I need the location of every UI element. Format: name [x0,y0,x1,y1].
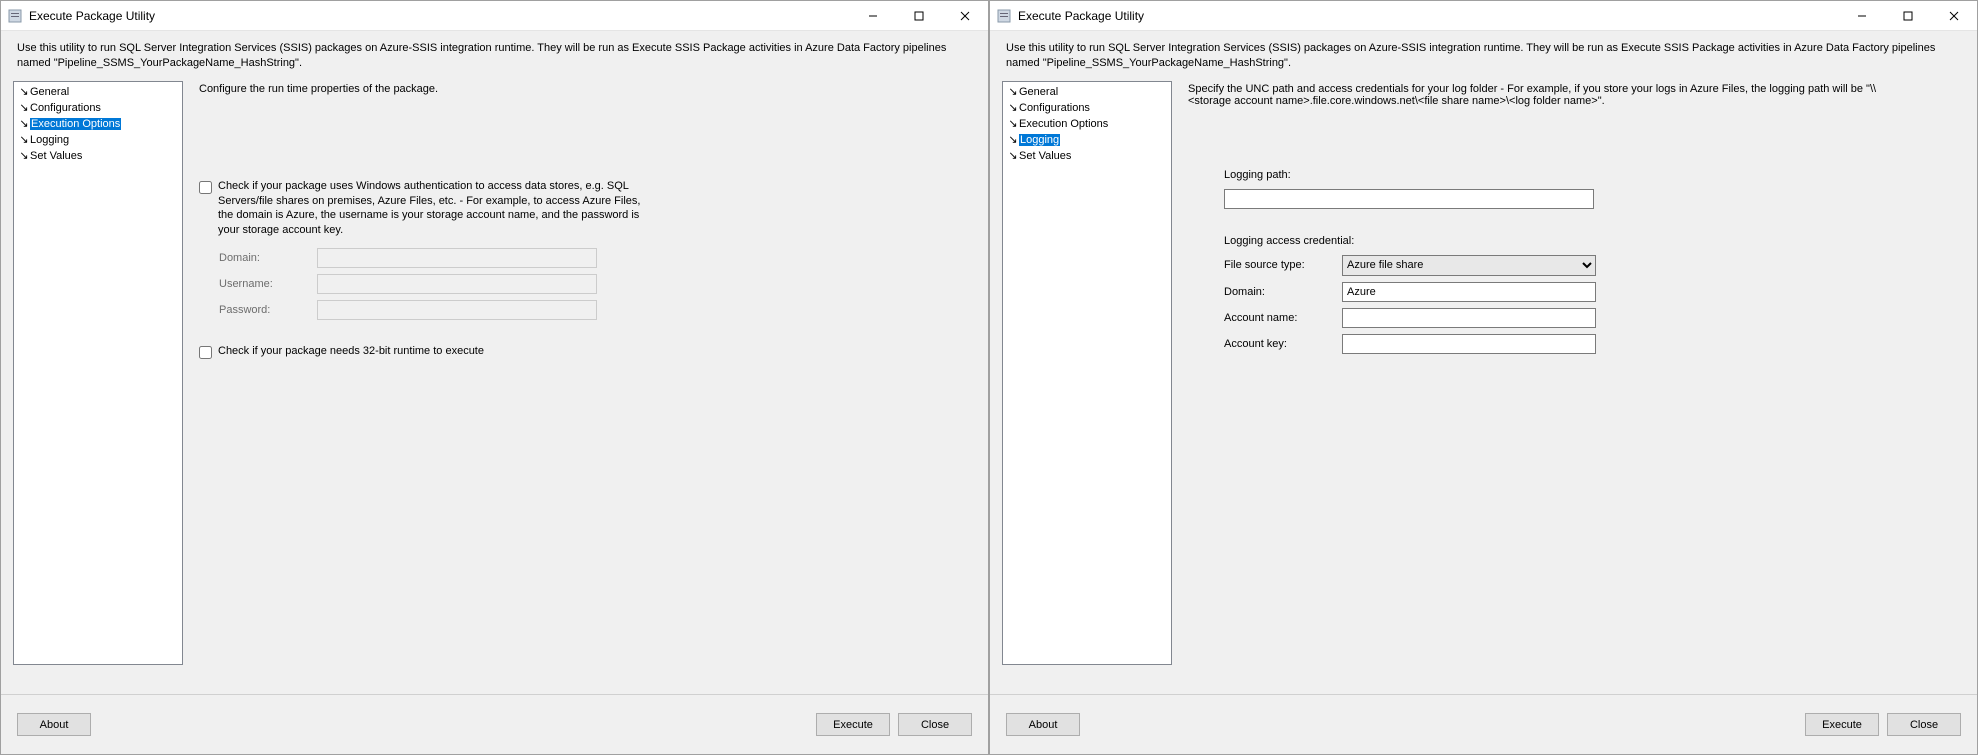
account-key-label: Account key: [1224,338,1334,350]
footer: About Execute Close [990,694,1977,754]
about-button[interactable]: About [17,713,91,736]
nav-bullet-icon: ↘ [1007,85,1019,98]
nav-bullet-icon: ↘ [1007,149,1019,162]
nav-bullet-icon: ↘ [1007,101,1019,114]
window-controls [1839,1,1977,31]
window-logging: Execute Package Utility Use this utility… [989,0,1978,755]
auth-checkbox-row: Check if your package uses Windows authe… [199,179,972,238]
about-button[interactable]: About [1006,713,1080,736]
auth-form: Domain: Username: Password: [219,248,972,320]
content-panel: Configure the run time properties of the… [195,81,976,694]
account-name-label: Account name: [1224,312,1334,324]
nav-item-logging[interactable]: ↘Logging [16,132,180,148]
app-icon [7,8,23,24]
titlebar: Execute Package Utility [1,1,988,31]
auth-checkbox[interactable] [199,181,212,194]
nav-bullet-icon: ↘ [1007,133,1019,146]
nav-bullet-icon: ↘ [18,149,30,162]
nav-bullet-icon: ↘ [1007,117,1019,130]
utility-description: Use this utility to run SQL Server Integ… [1,31,988,81]
nav-bullet-icon: ↘ [18,101,30,114]
bit32-checkbox-row: Check if your package needs 32-bit runti… [199,344,972,359]
logging-path-label: Logging path: [1224,169,1961,181]
domain-input [317,248,597,268]
nav-item-set-values[interactable]: ↘Set Values [16,148,180,164]
minimize-button[interactable] [1839,1,1885,31]
minimize-button[interactable] [850,1,896,31]
nav-item-logging[interactable]: ↘Logging [1005,132,1169,148]
account-name-input[interactable] [1342,308,1596,328]
logging-path-input[interactable] [1224,189,1594,209]
close-dialog-button[interactable]: Close [898,713,972,736]
titlebar: Execute Package Utility [990,1,1977,31]
utility-description: Use this utility to run SQL Server Integ… [990,31,1977,81]
account-key-input[interactable] [1342,334,1596,354]
maximize-button[interactable] [1885,1,1931,31]
logging-credential-label: Logging access credential: [1224,235,1961,247]
logging-cred-form: File source type: Azure file share Domai… [1224,255,1961,354]
file-source-label: File source type: [1224,259,1334,271]
nav-bullet-icon: ↘ [18,85,30,98]
panel-heading: Configure the run time properties of the… [199,83,972,95]
nav-bullet-icon: ↘ [18,133,30,146]
nav-item-general[interactable]: ↘General [1005,84,1169,100]
window-execution-options: Execute Package Utility Use this utility… [0,0,989,755]
nav-item-set-values[interactable]: ↘Set Values [1005,148,1169,164]
app-icon [996,8,1012,24]
nav-item-configurations[interactable]: ↘Configurations [16,100,180,116]
file-source-select[interactable]: Azure file share [1342,255,1596,276]
window-title: Execute Package Utility [1018,9,1839,23]
nav-list[interactable]: ↘General ↘Configurations ↘Execution Opti… [1002,81,1172,665]
bit32-checkbox[interactable] [199,346,212,359]
nav-item-configurations[interactable]: ↘Configurations [1005,100,1169,116]
nav-list[interactable]: ↘General ↘Configurations ↘Execution Opti… [13,81,183,665]
content-panel: Specify the UNC path and access credenti… [1184,81,1965,694]
panel-heading: Specify the UNC path and access credenti… [1188,83,1908,107]
execute-button[interactable]: Execute [1805,713,1879,736]
execute-button[interactable]: Execute [816,713,890,736]
window-controls [850,1,988,31]
close-dialog-button[interactable]: Close [1887,713,1961,736]
nav-bullet-icon: ↘ [18,117,30,130]
password-label: Password: [219,304,309,316]
domain-label: Domain: [219,252,309,264]
window-title: Execute Package Utility [29,9,850,23]
username-label: Username: [219,278,309,290]
auth-checkbox-label: Check if your package uses Windows authe… [218,179,658,238]
close-button[interactable] [1931,1,1977,31]
nav-item-execution-options[interactable]: ↘Execution Options [1005,116,1169,132]
footer: About Execute Close [1,694,988,754]
bit32-checkbox-label: Check if your package needs 32-bit runti… [218,344,484,359]
nav-item-general[interactable]: ↘General [16,84,180,100]
close-button[interactable] [942,1,988,31]
username-input [317,274,597,294]
logging-domain-input[interactable] [1342,282,1596,302]
nav-item-execution-options[interactable]: ↘Execution Options [16,116,180,132]
password-input [317,300,597,320]
domain-label: Domain: [1224,286,1334,298]
maximize-button[interactable] [896,1,942,31]
